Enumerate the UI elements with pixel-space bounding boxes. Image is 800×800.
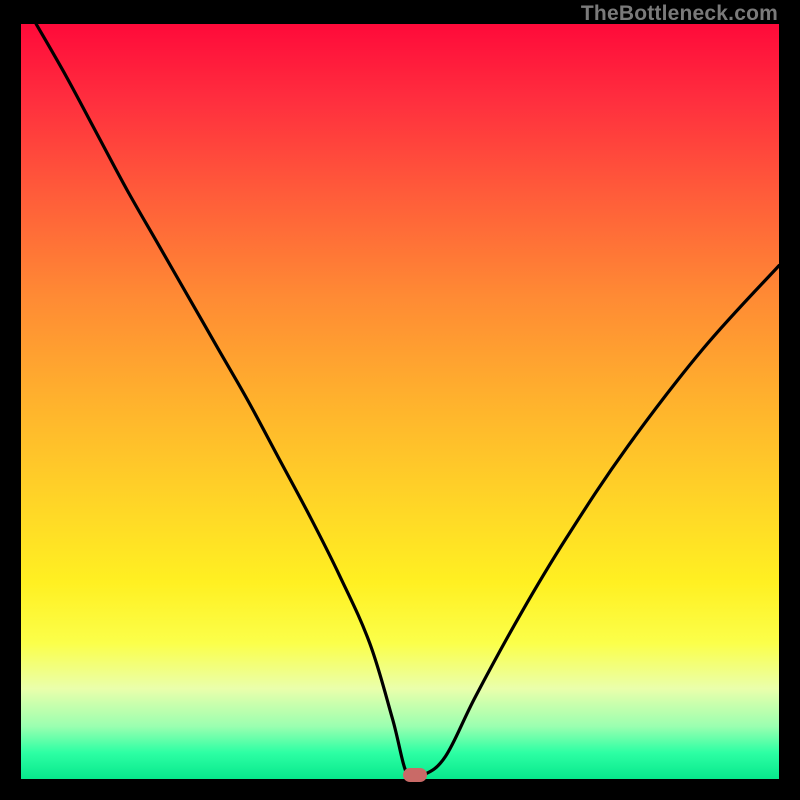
chart-frame: TheBottleneck.com [0,0,800,800]
optimum-marker [403,768,427,782]
bottleneck-curve [21,24,779,779]
plot-area [21,24,779,779]
watermark-text: TheBottleneck.com [581,2,778,26]
curve-path [36,24,779,779]
